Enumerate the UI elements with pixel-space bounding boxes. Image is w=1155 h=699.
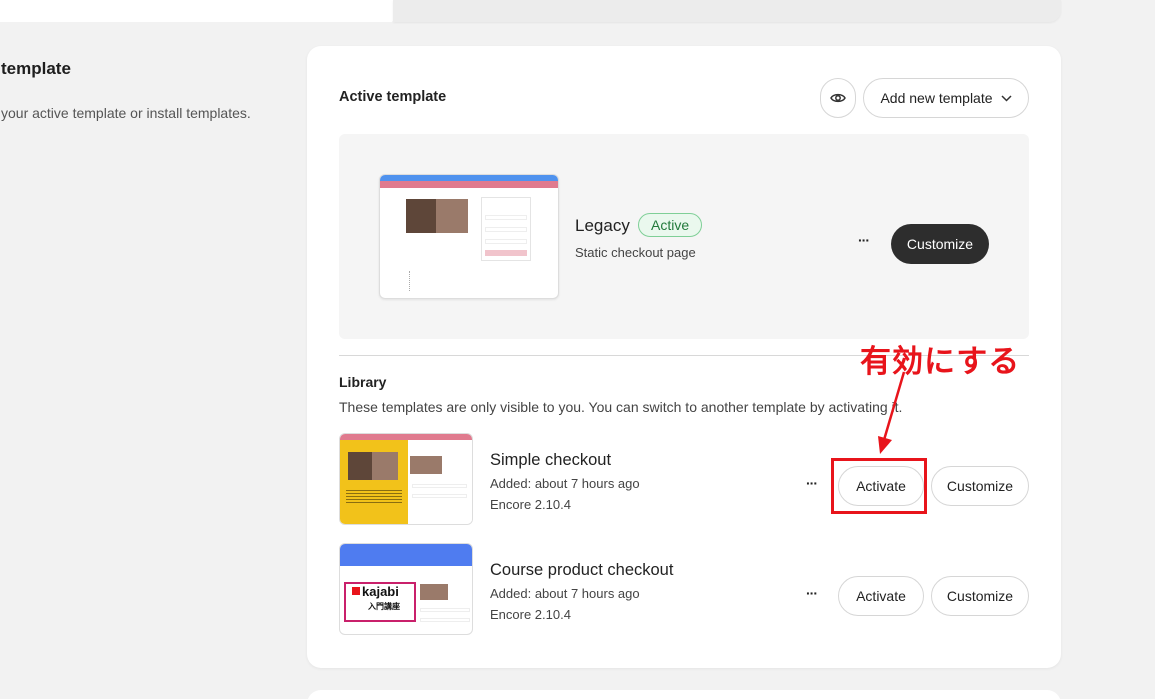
course-checkout-version: Encore 2.10.4 (490, 607, 571, 622)
kajabi-logo-subtitle: 入門講座 (368, 602, 400, 611)
active-template-heading: Active template (339, 89, 447, 105)
legacy-thumbnail (379, 174, 559, 299)
library-item-course-product-checkout: kajabi 入門講座 Course product checkout Adde… (339, 543, 1029, 635)
course-checkout-added: Added: about 7 hours ago (490, 586, 640, 601)
top-right-panel (393, 0, 1061, 22)
active-template-panel: Legacy Active Static checkout page ··· C… (339, 134, 1029, 339)
course-checkout-more-button[interactable]: ··· (806, 585, 818, 601)
simple-checkout-name: Simple checkout (490, 451, 612, 469)
add-new-template-button[interactable]: Add new template (863, 78, 1029, 118)
legacy-more-options-button[interactable]: ··· (858, 232, 870, 248)
annotation-arrow (878, 371, 906, 454)
legacy-customize-button[interactable]: Customize (891, 224, 989, 264)
course-checkout-customize-button[interactable]: Customize (931, 576, 1029, 616)
simple-checkout-thumbnail (339, 433, 473, 525)
simple-checkout-added: Added: about 7 hours ago (490, 476, 640, 491)
active-status-badge: Active (638, 213, 703, 237)
course-checkout-thumbnail: kajabi 入門講座 (339, 543, 473, 635)
course-checkout-activate-button[interactable]: Activate (838, 576, 924, 616)
section-title: template (1, 59, 71, 78)
library-heading: Library (339, 374, 387, 390)
preview-button[interactable] (820, 78, 856, 118)
add-new-template-label: Add new template (880, 90, 993, 106)
course-checkout-name: Course product checkout (490, 561, 674, 579)
annotation-highlight-box (831, 458, 927, 514)
top-left-panel (0, 0, 393, 22)
library-description: These templates are only visible to you.… (339, 399, 903, 415)
kajabi-logo-text: kajabi (362, 584, 399, 599)
simple-checkout-version: Encore 2.10.4 (490, 497, 571, 512)
legacy-template-description: Static checkout page (575, 245, 696, 260)
simple-checkout-more-button[interactable]: ··· (806, 475, 818, 491)
eye-icon (830, 93, 846, 103)
next-card (307, 690, 1061, 699)
chevron-down-icon (1001, 94, 1012, 102)
simple-checkout-customize-button[interactable]: Customize (931, 466, 1029, 506)
legacy-template-name: Legacy (575, 216, 630, 235)
section-description: your active template or install template… (1, 105, 251, 121)
